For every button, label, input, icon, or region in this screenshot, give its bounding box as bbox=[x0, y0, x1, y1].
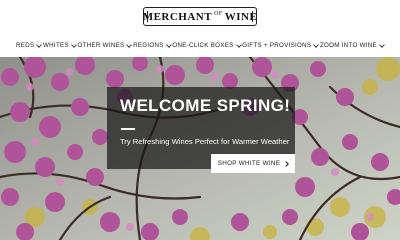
chevron-down-icon bbox=[313, 41, 320, 48]
nav-item-one-click-boxes[interactable]: ONE-CLICK BOXES bbox=[172, 41, 242, 49]
logo-word-of: OF bbox=[214, 10, 223, 17]
nav-item-whites[interactable]: WHITES bbox=[43, 41, 77, 49]
hero-divider bbox=[121, 128, 135, 130]
site-header: MERCHANT OF WINE bbox=[0, 0, 400, 40]
site-logo[interactable]: MERCHANT OF WINE bbox=[143, 7, 257, 26]
nav-item-reds[interactable]: REDS bbox=[16, 41, 43, 49]
chevron-down-icon bbox=[71, 41, 77, 48]
hero-title: WELCOME SPRING! bbox=[120, 96, 291, 115]
chevron-down-icon bbox=[36, 41, 43, 48]
logo-word-wine: WINE bbox=[224, 10, 258, 23]
chevron-down-icon bbox=[379, 41, 385, 48]
shop-white-wine-button[interactable]: SHOP WHITE WINE bbox=[211, 154, 295, 173]
logo-word-merchant: MERCHANT bbox=[142, 10, 213, 23]
nav-item-gifts-provisions[interactable]: GIFTS + PROVISIONS bbox=[242, 41, 320, 49]
chevron-right-icon bbox=[283, 160, 290, 167]
chevron-down-icon bbox=[235, 41, 242, 48]
chevron-down-icon bbox=[165, 41, 172, 48]
main-nav: REDS WHITES OTHER WINES REGIONS ONE-CLIC… bbox=[0, 38, 400, 53]
hero-subtitle: Try Refreshing Wines Perfect for Warmer … bbox=[120, 137, 290, 146]
nav-item-zoom-into-wine[interactable]: ZOOM INTO WINE bbox=[320, 41, 385, 49]
nav-item-other-wines[interactable]: OTHER WINES bbox=[78, 41, 133, 49]
hero-cta-label: SHOP WHITE WINE bbox=[217, 160, 281, 167]
nav-item-regions[interactable]: REGIONS bbox=[133, 41, 172, 49]
chevron-down-icon bbox=[126, 41, 133, 48]
